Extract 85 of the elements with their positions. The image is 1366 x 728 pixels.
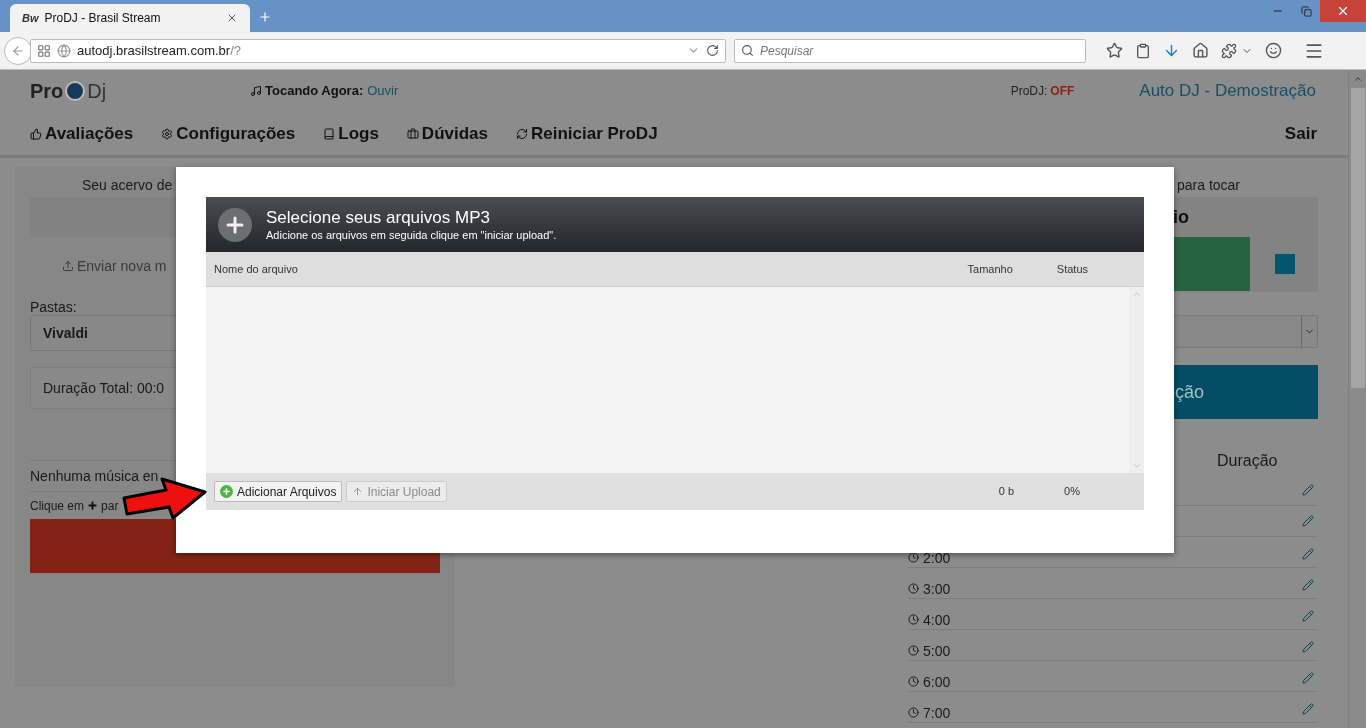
url-path: /? [230,42,241,58]
clock-icon [908,583,919,594]
player-heading: io [1173,205,1189,229]
reload-icon[interactable] [706,44,719,57]
upload-icon [62,260,74,272]
folders-label: Pastas: [30,299,77,315]
edit-icon[interactable] [1302,484,1314,496]
upload-link[interactable]: Enviar nova m [77,255,167,277]
now-playing-label: Tocando Agora: [265,82,364,101]
edit-icon[interactable] [1302,641,1314,653]
logout-link[interactable]: Sair [1284,120,1317,147]
url-host: autodj.brasilstream.com.br [77,42,231,58]
scroll-up-icon[interactable] [1352,74,1363,84]
restore-icon [1300,5,1312,17]
edit-icon[interactable] [1302,672,1314,684]
add-files-button[interactable]: Adicionar Arquivos [214,481,343,502]
close-window-button[interactable] [1320,0,1366,22]
time-slot: 3:00 [923,582,951,597]
clock-icon [908,614,919,625]
edit-icon[interactable] [1302,703,1314,715]
total-status: 0% [1064,484,1080,500]
queue-title: para tocar [1177,177,1241,193]
close-tab-icon[interactable] [226,12,238,24]
column-header: Tamanho [967,261,1013,277]
extension-icon[interactable] [1221,42,1237,59]
clock-icon [908,552,919,563]
nav-icon [323,127,336,140]
empty-message: Nenhuma música en [30,466,159,486]
bookmark-icon[interactable] [1106,42,1123,59]
download-icon[interactable] [1163,42,1180,59]
new-tab-icon[interactable] [258,10,272,24]
favicon: Bw [22,10,39,26]
url-field[interactable]: autodj.brasilstream.com.br/? [30,38,726,63]
hint-text: par [101,497,119,515]
time-slot: 2:00 [923,551,951,566]
time-slot: 7:00 [923,706,951,721]
upload-arrow-icon [352,486,364,497]
page-scrollbar[interactable] [1348,70,1366,728]
browser-tab[interactable]: Bw ProDJ - Brasil Stream [10,4,250,32]
edit-icon[interactable] [1302,548,1314,560]
plus-icon [87,500,99,511]
nav-icon [161,127,174,140]
dialog-subtitle: Adicione os arquivos em seguida clique em "iniciar upload". [266,227,557,243]
globe-icon [57,43,71,58]
tab-title: ProDJ - Brasil Stream [44,10,161,27]
account-name: Auto DJ - Demostração [1139,80,1316,103]
time-slot: 6:00 [923,675,951,690]
clock-icon [908,645,919,656]
time-slot: 5:00 [923,644,951,659]
nav-icon [406,127,419,140]
close-icon [1336,4,1350,18]
search-icon [741,44,754,57]
nav-link[interactable]: Avaliações [30,120,134,147]
back-button[interactable] [4,36,32,65]
scrollbar-thumb[interactable] [1350,88,1365,388]
nav-link[interactable]: Dúvidas [406,120,488,147]
search-field[interactable]: Pesquisar [734,38,1086,63]
back-arrow-icon [11,43,25,58]
edit-icon[interactable] [1302,610,1314,622]
smiley-icon[interactable] [1265,42,1282,59]
pages-icon[interactable] [37,43,51,58]
hint-text: Clique em [30,497,85,515]
nav-icon [30,127,42,140]
total-size: 0 b [998,484,1015,500]
home-icon[interactable] [1192,42,1209,59]
status-label: ProDJ: [1010,83,1048,100]
edit-icon[interactable] [1302,579,1314,591]
dialog-title: Selecione seus arquivos MP3 [266,206,491,228]
add-icon [220,485,233,498]
nav-icon [516,127,528,140]
nav-link[interactable]: Logs [323,120,379,147]
clock-icon [908,676,919,687]
clock-icon [908,707,919,718]
column-header: Nome do arquivo [214,261,298,277]
edit-icon[interactable] [1302,515,1314,527]
status-value: OFF [1050,83,1075,100]
clipboard-icon[interactable] [1135,42,1151,59]
music-icon [250,85,262,97]
nav-link[interactable]: Reiniciar ProDJ [516,120,658,147]
duration-header: Duração [1217,451,1278,471]
library-title: Seu acervo de [82,177,173,193]
column-header: Status [1056,261,1088,277]
time-slot: 4:00 [923,613,951,628]
nav-link[interactable]: Configurações [161,120,296,147]
logo: Pro Dj [30,79,108,104]
